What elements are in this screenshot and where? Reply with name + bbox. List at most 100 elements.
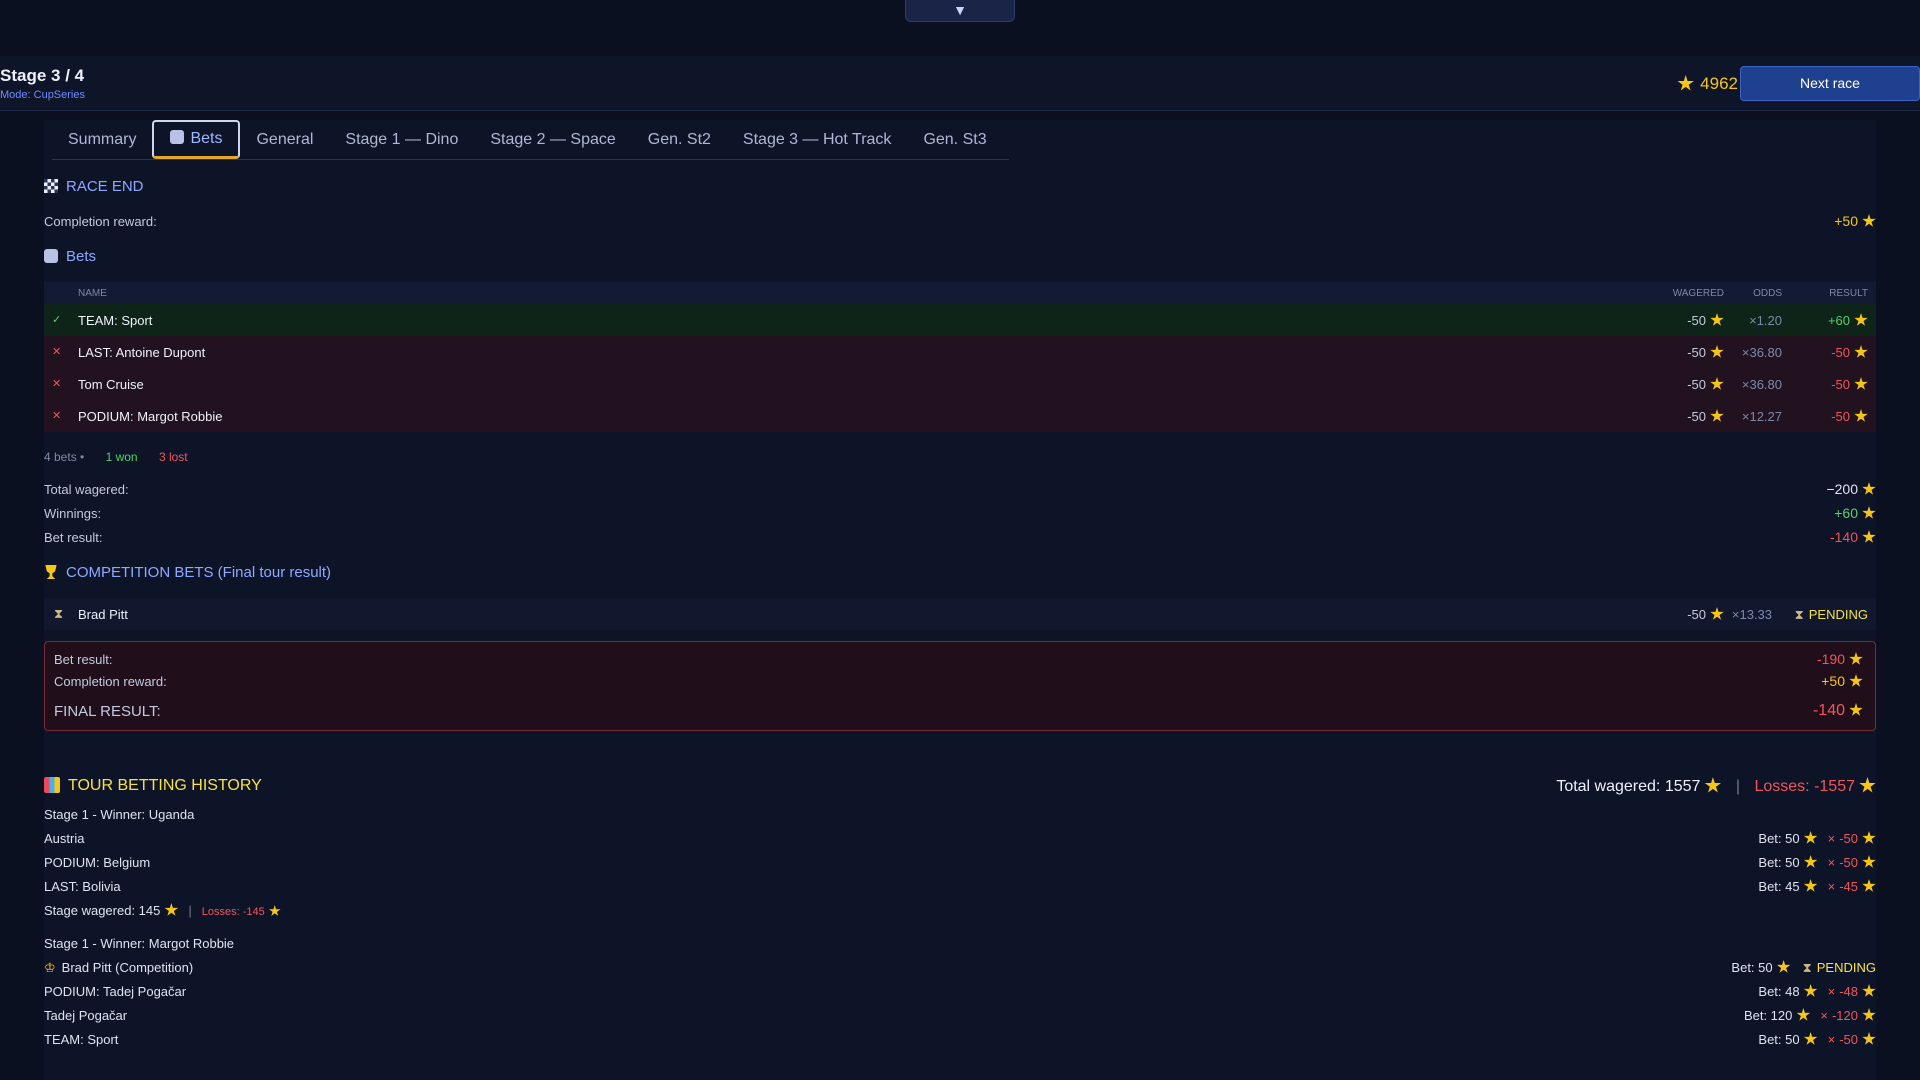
total-wagered-label: Total wagered: [44, 482, 129, 497]
table-row[interactable]: ✕ LAST: Antoine Dupont -50 ×36.80 -50 [44, 336, 1876, 368]
bet-status: ⧗ PENDING [1794, 607, 1868, 622]
tab-stage-2[interactable]: Stage 2 — Space [474, 122, 631, 158]
star-icon [1859, 777, 1876, 793]
history-group-header: Stage 1 - Winner: Margot Robbie [44, 933, 1876, 957]
tab-summary[interactable]: Summary [52, 122, 152, 158]
bets-table: NAME WAGERED ODDS RESULT ✓ TEAM: Sport -… [44, 282, 1876, 432]
bet-wagered: -50 [1687, 345, 1724, 360]
list-item: TEAM: Sport Bet: 50 × -50 [44, 1029, 1876, 1053]
cross-icon: × [1827, 855, 1836, 870]
history-bet-label: Tadej Pogačar [44, 1008, 128, 1023]
bet-odds: ×1.20 [1749, 313, 1782, 328]
star-icon [1803, 984, 1818, 997]
list-item: PODIUM: Tadej Pogačar Bet: 48 × -48 [44, 981, 1876, 1005]
tab-stage-3[interactable]: Stage 3 — Hot Track [727, 122, 908, 158]
bet-name: PODIUM: Margot Robbie [78, 409, 223, 424]
history-group-header: Stage 1 - Winner: Uganda [44, 804, 1876, 828]
final-bet-result-value: -190 [1817, 651, 1863, 667]
bet-name: LAST: Antoine Dupont [78, 345, 206, 360]
trophy-icon [45, 565, 57, 579]
star-icon [1862, 482, 1876, 495]
star-icon [1776, 960, 1791, 973]
history-bet-label: Austria [44, 831, 85, 846]
cross-icon: × [1827, 984, 1836, 999]
list-item: PODIUM: Belgium Bet: 50 × -50 [44, 852, 1876, 876]
checkered-flag-icon [44, 179, 58, 193]
star-icon [164, 903, 179, 916]
history-bet-amounts: Bet: 50 × -50 [1758, 1032, 1876, 1047]
history-bet-label: LAST: Bolivia [44, 879, 121, 894]
star-icon [1803, 879, 1818, 892]
bet-result: +60 [1828, 313, 1868, 328]
final-bet-result-label: Bet result: [54, 652, 113, 667]
bet-odds: ×13.33 [1731, 607, 1772, 622]
star-icon [1710, 607, 1724, 620]
history-losses: Losses: -1557 [1754, 778, 1855, 795]
next-race-button[interactable]: Next race [1740, 66, 1920, 101]
cross-icon: × [1827, 879, 1836, 894]
bet-odds: ×36.80 [1741, 377, 1782, 392]
tab-gen-st3[interactable]: Gen. St3 [907, 122, 1002, 158]
tab-stage-1[interactable]: Stage 1 — Dino [329, 122, 474, 158]
tab-gen-st2[interactable]: Gen. St2 [632, 122, 727, 158]
separator: | [1735, 778, 1741, 795]
star-icon [1854, 409, 1868, 422]
collapse-toggle-button[interactable]: ▼ [905, 0, 1015, 22]
hourglass-icon: ⧗ [1794, 607, 1804, 622]
bet-odds: ×36.80 [1741, 345, 1782, 360]
star-icon [1849, 703, 1863, 716]
mode-label: Mode: CupSeries [0, 89, 85, 101]
star-icon [1803, 1032, 1818, 1045]
star-icon [1677, 75, 1694, 91]
cross-icon: × [1820, 1008, 1828, 1023]
history-bet-label: PODIUM: Tadej Pogačar [44, 984, 187, 999]
tab-bets[interactable]: Bets [152, 120, 241, 159]
star-icon [1710, 377, 1724, 390]
col-wagered: WAGERED [1672, 288, 1724, 299]
star-icon [1862, 530, 1876, 543]
bets-title-text: Bets [66, 248, 97, 265]
bet-name: Brad Pitt [78, 607, 128, 622]
bet-odds: ×12.27 [1741, 409, 1782, 424]
final-result-box: Bet result: -190 Completion reward: +50 … [44, 641, 1876, 731]
star-icon [1710, 409, 1724, 422]
bet-result: -50 [1831, 409, 1868, 424]
bet-result: -50 [1831, 345, 1868, 360]
history-bet-amounts: Bet: 50 × -50 [1758, 855, 1876, 870]
cross-icon: ✕ [52, 378, 62, 390]
balance-value: 4962 [1700, 74, 1738, 93]
tab-bets-label: Bets [190, 130, 223, 147]
hourglass-icon: ⧗ [54, 606, 64, 621]
table-row[interactable]: ⧗ Brad Pitt -50 ×13.33 ⧗ PENDING [44, 598, 1876, 630]
final-result-label: FINAL RESULT: [54, 703, 161, 720]
final-completion-value: +50 [1821, 673, 1863, 689]
star-icon [1849, 674, 1863, 687]
star-icon [1796, 1008, 1811, 1021]
history-bet-amounts: Bet: 50 × -50 [1758, 831, 1876, 846]
bets-table-header: NAME WAGERED ODDS RESULT [44, 282, 1876, 304]
table-row[interactable]: ✕ Tom Cruise -50 ×36.80 -50 [44, 368, 1876, 400]
chart-icon [44, 777, 60, 793]
star-icon [1849, 652, 1863, 665]
history-bet-label: ♔ Brad Pitt (Competition) [44, 960, 194, 975]
bets-panel: Summary Bets General Stage 1 — Dino Stag… [44, 120, 1876, 1080]
bets-count: 4 bets • [44, 450, 85, 464]
star-icon [1854, 377, 1868, 390]
total-wagered-value: −200 [1826, 481, 1876, 497]
cross-icon: × [1827, 1032, 1836, 1047]
star-icon [1803, 855, 1818, 868]
list-item: Tadej Pogačar Bet: 120 × -120 [44, 1005, 1876, 1029]
star-icon [1710, 345, 1724, 358]
star-icon [1862, 214, 1876, 227]
cross-icon: ✕ [52, 410, 62, 422]
table-row[interactable]: ✓ TEAM: Sport -50 ×1.20 +60 [44, 304, 1876, 336]
star-icon [1803, 831, 1818, 844]
table-row[interactable]: ✕ PODIUM: Margot Robbie -50 ×12.27 -50 [44, 400, 1876, 432]
history-totals: Total wagered: 1557 | Losses: -1557 [1556, 777, 1876, 796]
bet-wagered: -50 [1687, 409, 1724, 424]
bets-lost-count: 3 lost [158, 450, 188, 464]
tab-general[interactable]: General [240, 122, 329, 158]
history-total-wagered: Total wagered: 1557 [1556, 778, 1701, 795]
stage-title: Stage 3 / 4 [0, 66, 85, 85]
bet-wagered: -50 [1687, 313, 1724, 328]
